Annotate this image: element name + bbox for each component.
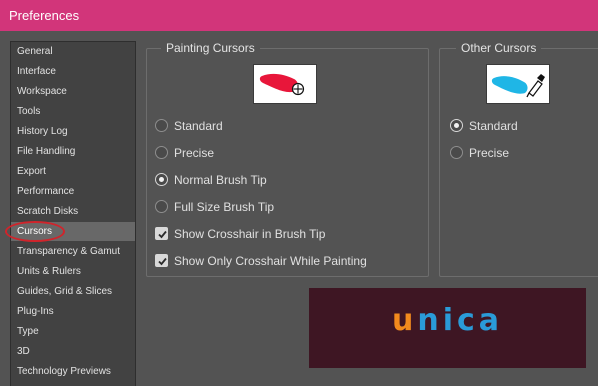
other-precise-label: Precise <box>469 146 510 160</box>
logo-letter: a <box>478 303 504 338</box>
painting-cursor-preview <box>253 64 317 104</box>
radio-selected-icon <box>155 173 168 186</box>
other-cursor-preview <box>486 64 550 104</box>
checkmark-icon <box>155 254 168 267</box>
radio-selected-icon <box>450 119 463 132</box>
preferences-sidebar: General Interface Workspace Tools Histor… <box>10 41 136 386</box>
painting-standard-label: Standard <box>174 119 223 133</box>
checkmark-icon <box>155 227 168 240</box>
logo-letter: n <box>417 303 443 338</box>
sidebar-item-history-log[interactable]: History Log <box>11 122 135 141</box>
full-size-brush-tip-label: Full Size Brush Tip <box>174 200 275 214</box>
sidebar-item-technology-previews[interactable]: Technology Previews <box>11 362 135 381</box>
show-only-crosshair-label: Show Only Crosshair While Painting <box>174 254 367 268</box>
sidebar-item-workspace[interactable]: Workspace <box>11 82 135 101</box>
unica-logo: unica <box>309 288 586 368</box>
sidebar-item-3d[interactable]: 3D <box>11 342 135 361</box>
sidebar-item-file-handling[interactable]: File Handling <box>11 142 135 161</box>
normal-brush-tip-label: Normal Brush Tip <box>174 173 267 187</box>
unica-watermark: unica <box>309 288 586 368</box>
sidebar-item-performance[interactable]: Performance <box>11 182 135 201</box>
sidebar-item-plug-ins[interactable]: Plug-Ins <box>11 302 135 321</box>
radio-icon <box>450 146 463 159</box>
radio-icon <box>155 146 168 159</box>
painting-cursor-preview-image <box>259 73 305 96</box>
logo-letter: u <box>391 303 418 338</box>
sidebar-item-guides-grid-slices[interactable]: Guides, Grid & Slices <box>11 282 135 301</box>
painting-precise-label: Precise <box>174 146 215 160</box>
other-cursors-legend: Other Cursors <box>456 41 542 56</box>
painting-cursors-legend: Painting Cursors <box>161 41 260 56</box>
sidebar-item-tools[interactable]: Tools <box>11 102 135 121</box>
sidebar-item-type[interactable]: Type <box>11 322 135 341</box>
radio-icon <box>155 119 168 132</box>
radio-icon <box>155 200 168 213</box>
other-brush-stroke <box>491 76 528 94</box>
other-cursor-preview-image <box>491 74 545 98</box>
sidebar-item-interface[interactable]: Interface <box>11 62 135 81</box>
show-crosshair-label: Show Crosshair in Brush Tip <box>174 227 326 241</box>
sidebar-item-export[interactable]: Export <box>11 162 135 181</box>
crosshair-icon <box>291 82 305 96</box>
logo-letter: c <box>456 303 479 338</box>
sidebar-item-transparency-gamut[interactable]: Transparency & Gamut <box>11 242 135 261</box>
window-titlebar: Preferences <box>0 0 598 31</box>
eyedropper-icon <box>526 74 545 98</box>
other-standard-label: Standard <box>469 119 518 133</box>
sidebar-item-units-rulers[interactable]: Units & Rulers <box>11 262 135 281</box>
other-cursors-group: Other Cursors Standard Precise <box>439 41 598 277</box>
logo-letter: i <box>442 303 457 338</box>
sidebar-item-scratch-disks[interactable]: Scratch Disks <box>11 202 135 221</box>
painting-cursors-group: Painting Cursors Standard Precise Normal… <box>146 41 429 277</box>
window-title: Preferences <box>9 8 80 23</box>
sidebar-item-general[interactable]: General <box>11 42 135 61</box>
sidebar-item-cursors[interactable]: Cursors <box>11 222 135 241</box>
